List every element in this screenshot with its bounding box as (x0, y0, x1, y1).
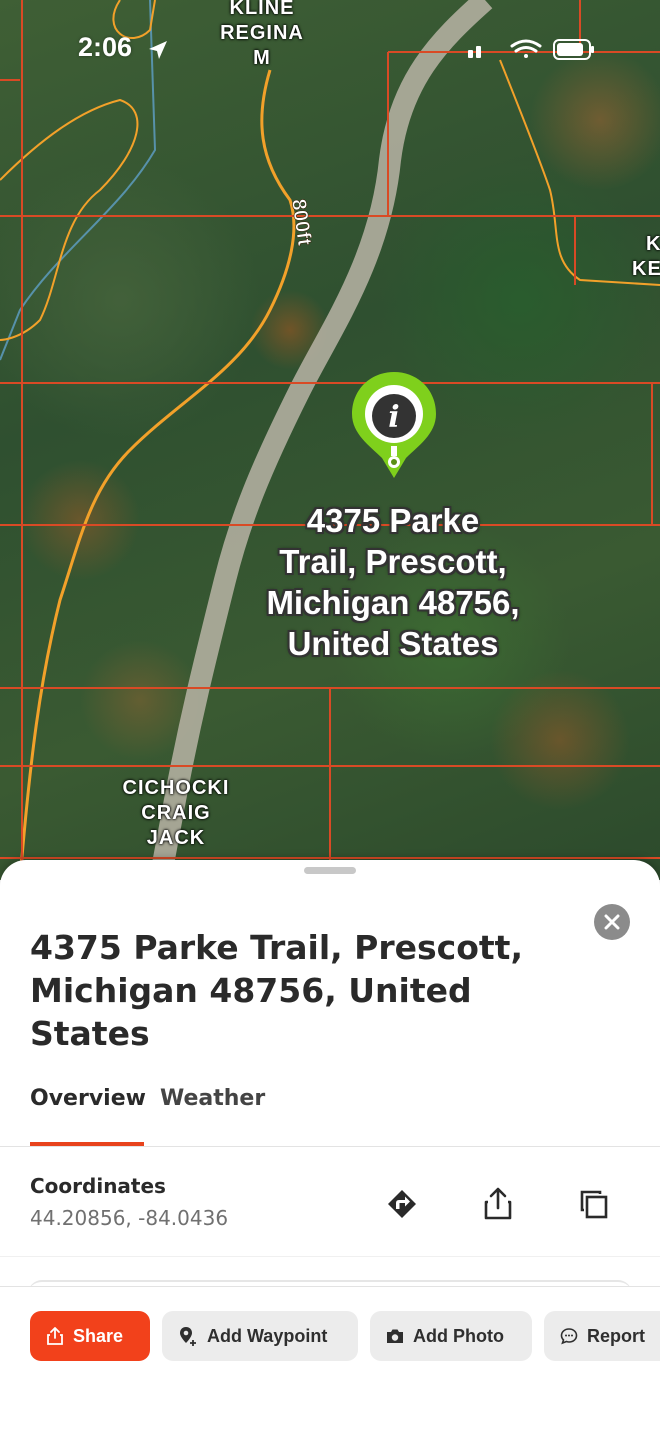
location-arrow-icon (149, 41, 167, 59)
tab-overview[interactable]: Overview (30, 1086, 146, 1111)
status-time: 2:06 (78, 32, 133, 62)
coordinates-value: 44.20856, -84.0436 (30, 1206, 229, 1230)
sheet-grabber[interactable] (304, 867, 356, 874)
svg-text:i: i (388, 400, 399, 435)
owner-label-line: CICHOCKI (122, 777, 230, 799)
map-pin[interactable]: i (350, 370, 438, 482)
battery-icon (553, 39, 594, 60)
add-photo-label: Add Photo (413, 1325, 504, 1346)
close-icon (604, 914, 620, 930)
owner-label-line: M (253, 47, 271, 69)
camera-icon (386, 1328, 404, 1344)
pin-address-label: 4375 Parke Trail, Prescott, Michigan 487… (238, 500, 548, 664)
coordinates-label: Coordinates (30, 1174, 166, 1198)
add-waypoint-icon (178, 1326, 198, 1346)
share-location-button[interactable] (478, 1184, 518, 1224)
copy-icon (580, 1190, 608, 1219)
close-button[interactable] (594, 904, 630, 940)
owner-label-right: K KE (628, 232, 660, 282)
contour-elevation-label: 800ft (287, 198, 315, 248)
tabs-divider (0, 1146, 660, 1147)
owner-label-line: REGINA (220, 22, 304, 44)
tab-weather[interactable]: Weather (160, 1086, 265, 1111)
map-view[interactable]: 800ft 2:06 KLINE REGINA M K KE CICHOCKI … (0, 0, 660, 880)
add-waypoint-label: Add Waypoint (207, 1325, 328, 1346)
owner-label-top: KLINE REGINA M (212, 0, 312, 71)
directions-button[interactable] (382, 1184, 422, 1224)
pin-address-line: Michigan 48756, (266, 584, 520, 621)
copy-coordinates-button[interactable] (574, 1184, 614, 1224)
signal-icon (468, 46, 481, 58)
coords-divider (0, 1256, 660, 1257)
status-icons (468, 39, 594, 60)
wifi-icon (510, 39, 542, 58)
report-button[interactable]: Report (544, 1311, 660, 1361)
parcel-lines (0, 0, 660, 880)
pin-address-line: 4375 Parke (306, 502, 480, 539)
owner-label-line: KLINE (229, 0, 295, 19)
action-bar: Share Add Waypoint Add Photo Report (0, 1286, 660, 1435)
owner-label-bottom: CICHOCKI CRAIG JACK (116, 776, 236, 851)
pin-address-line: Trail, Prescott, (279, 543, 507, 580)
owner-label-line: CRAIG (141, 802, 211, 824)
share-icon (484, 1187, 512, 1220)
share-icon (46, 1327, 64, 1345)
report-label: Report (587, 1325, 645, 1346)
map-overlay: 800ft (0, 0, 660, 880)
add-photo-button[interactable]: Add Photo (370, 1311, 532, 1361)
pin-address-line: United States (287, 625, 499, 662)
location-title: 4375 Parke Trail, Prescott, Michigan 487… (30, 928, 523, 1053)
owner-label-line: JACK (146, 827, 206, 849)
directions-icon (388, 1190, 416, 1218)
add-waypoint-button[interactable]: Add Waypoint (162, 1311, 358, 1361)
owner-label-line: KE (632, 258, 660, 280)
share-button-label: Share (73, 1325, 124, 1346)
location-sheet: 4375 Parke Trail, Prescott, Michigan 487… (0, 860, 660, 1435)
owner-label-line: K (646, 233, 660, 255)
share-button[interactable]: Share (30, 1311, 150, 1361)
chat-bubble-icon (560, 1327, 578, 1345)
info-icon: i (372, 394, 416, 438)
